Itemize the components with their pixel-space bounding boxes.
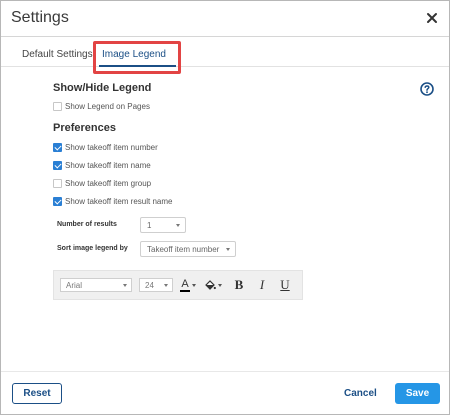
save-button[interactable]: Save (395, 383, 440, 404)
pref-item-result-name-label: Show takeoff item result name (65, 196, 173, 206)
font-size-value: 24 (145, 281, 154, 290)
fill-color-icon (205, 280, 216, 290)
pref-item-number-row[interactable]: Show takeoff item number (53, 141, 158, 153)
fill-color-button[interactable] (202, 277, 224, 293)
font-family-select[interactable]: Arial (60, 278, 132, 292)
show-legend-checkbox[interactable] (53, 101, 62, 111)
sort-legend-value: Takeoff item number (147, 245, 220, 254)
footer-divider (1, 371, 449, 372)
text-format-toolbar: Arial 24 A B I U (53, 270, 303, 300)
show-hide-heading: Show/Hide Legend (53, 82, 152, 94)
pref-item-group-checkbox[interactable] (53, 178, 62, 188)
chevron-down-icon (218, 283, 222, 287)
number-of-results-select[interactable]: 1 (140, 217, 186, 233)
pref-item-number-label: Show takeoff item number (65, 142, 158, 152)
underline-label: U (280, 277, 290, 292)
tab-default-settings[interactable]: Default Settings (22, 49, 93, 60)
italic-button[interactable]: I (255, 277, 269, 293)
bold-button[interactable]: B (232, 277, 246, 293)
font-family-value: Arial (66, 281, 83, 290)
show-legend-checkbox-row[interactable]: Show Legend on Pages (53, 100, 150, 112)
bold-label: B (234, 277, 244, 292)
close-icon (427, 13, 437, 23)
pref-item-result-name-checkbox[interactable] (53, 196, 62, 206)
sort-legend-label: Sort image legend by (57, 245, 128, 252)
number-of-results-value: 1 (147, 221, 152, 230)
pref-item-name-label: Show takeoff item name (65, 160, 151, 170)
help-icon (420, 82, 434, 96)
chevron-down-icon (176, 224, 180, 227)
chevron-down-icon (192, 283, 196, 287)
tab-highlight-annotation (93, 41, 181, 74)
cancel-button[interactable]: Cancel (344, 388, 377, 399)
dialog-title: Settings (11, 9, 69, 26)
reset-button[interactable]: Reset (12, 383, 62, 404)
chevron-down-icon (123, 284, 127, 287)
sort-legend-select[interactable]: Takeoff item number (140, 241, 236, 257)
pref-item-name-checkbox[interactable] (53, 160, 62, 170)
font-size-select[interactable]: 24 (139, 278, 173, 292)
close-button[interactable] (423, 9, 441, 27)
pref-item-group-label: Show takeoff item group (65, 178, 152, 188)
font-color-swatch (180, 289, 190, 292)
preferences-heading: Preferences (53, 122, 116, 134)
tab-bar: Default Settings Image Legend (1, 37, 449, 96)
pref-item-number-checkbox[interactable] (53, 142, 62, 152)
show-legend-label: Show Legend on Pages (65, 101, 150, 111)
font-color-icon: A (180, 277, 190, 292)
chevron-down-icon (164, 284, 168, 287)
settings-dialog: Settings Default Settings Image Legend S… (0, 0, 450, 415)
number-of-results-label: Number of results (57, 221, 117, 228)
pref-item-result-name-row[interactable]: Show takeoff item result name (53, 195, 172, 207)
font-color-letter: A (181, 277, 189, 290)
italic-label: I (259, 277, 265, 292)
help-button[interactable] (420, 82, 434, 96)
pref-item-group-row[interactable]: Show takeoff item group (53, 177, 151, 189)
pref-item-name-row[interactable]: Show takeoff item name (53, 159, 151, 171)
underline-button[interactable]: U (278, 277, 292, 293)
chevron-down-icon (226, 248, 230, 251)
dialog-titlebar: Settings (1, 1, 449, 37)
font-color-button[interactable]: A (177, 277, 199, 293)
